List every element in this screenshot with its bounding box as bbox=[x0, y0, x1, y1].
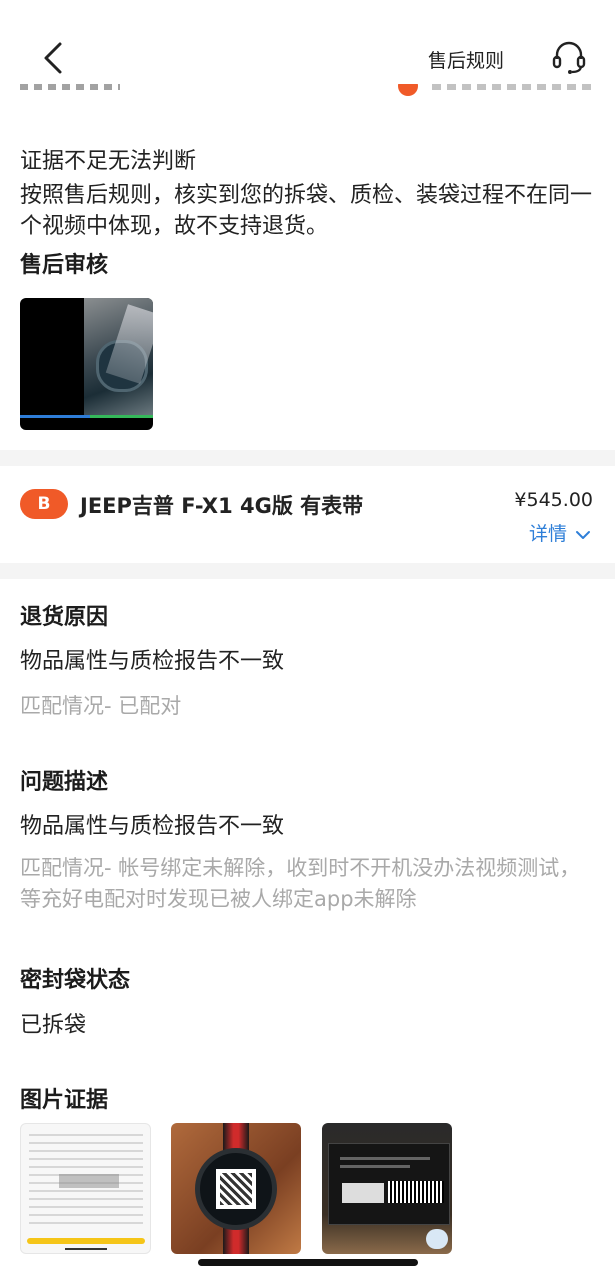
detail-label: 详情 bbox=[528, 523, 567, 545]
evidence-photo-1[interactable] bbox=[20, 1123, 151, 1254]
product-name: JEEP吉普 F-X1 4G版 有表带 bbox=[80, 494, 364, 518]
seal-status-label: 密封袋状态 bbox=[20, 968, 131, 993]
verdict-title: 证据不足无法判断 bbox=[20, 149, 197, 174]
return-reason-label: 退货原因 bbox=[20, 605, 109, 630]
evidence-photo-2[interactable] bbox=[171, 1123, 301, 1254]
review-video-thumbnail[interactable] bbox=[20, 298, 153, 430]
product-price: ¥545.00 bbox=[514, 489, 593, 511]
home-indicator bbox=[198, 1259, 418, 1266]
section-divider bbox=[0, 563, 615, 579]
chevron-left-icon bbox=[44, 42, 62, 74]
nav-bar: 售后规则 bbox=[0, 0, 615, 118]
seal-status-value: 已拆袋 bbox=[20, 1013, 87, 1038]
scrolled-text-fragment bbox=[20, 84, 120, 98]
chevron-down-icon bbox=[576, 530, 590, 539]
back-button[interactable] bbox=[36, 38, 72, 78]
scrolled-status-dot bbox=[398, 84, 418, 98]
issue-label: 问题描述 bbox=[20, 770, 109, 795]
product-detail-link[interactable]: 详情 bbox=[529, 519, 591, 546]
issue-value: 物品属性与质检报告不一致 bbox=[20, 814, 285, 839]
section-divider bbox=[0, 450, 615, 466]
return-reason-value: 物品属性与质检报告不一致 bbox=[20, 649, 285, 674]
after-sale-rules-link[interactable]: 售后规则 bbox=[428, 46, 504, 73]
scrolled-text-fragment bbox=[432, 84, 594, 98]
issue-match: 匹配情况- 帐号绑定未解除，收到时不开机没办法视频测试，等充好电配对时发现已被人… bbox=[20, 856, 581, 911]
customer-service-button[interactable] bbox=[550, 38, 588, 76]
evidence-photo-3[interactable] bbox=[322, 1123, 452, 1254]
review-label: 售后审核 bbox=[20, 253, 109, 278]
photo-evidence-label: 图片证据 bbox=[20, 1088, 109, 1113]
return-reason-match: 匹配情况- 已配对 bbox=[20, 694, 182, 718]
headset-icon bbox=[552, 41, 586, 74]
product-badge: B bbox=[20, 489, 68, 519]
verdict-description: 按照售后规则，核实到您的拆袋、质检、装袋过程不在同一个视频中体现，故不支持退货。 bbox=[20, 183, 593, 239]
